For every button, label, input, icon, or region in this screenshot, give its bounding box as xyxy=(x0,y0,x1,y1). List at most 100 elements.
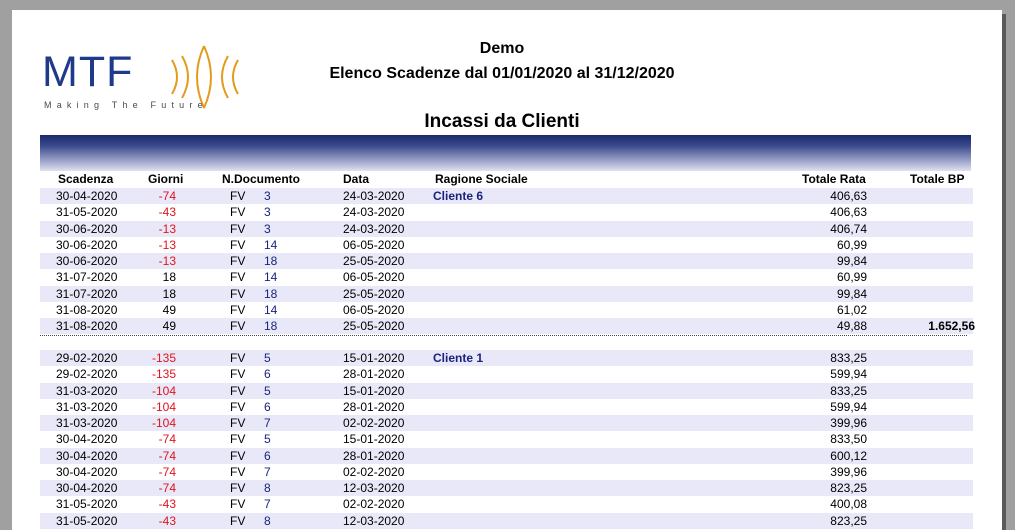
cell-numero-documento: 3 xyxy=(264,189,271,203)
col-header-ragione: Ragione Sociale xyxy=(435,172,528,186)
cell-totale-rata: 99,84 xyxy=(836,286,867,301)
cell-data: 24-03-2020 xyxy=(343,221,405,236)
cell-tipo-documento: FV xyxy=(230,481,246,495)
cell-numero-documento: 18 xyxy=(264,319,278,333)
cell-totale-rata: 599,94 xyxy=(830,399,867,414)
cell-giorni: 49 xyxy=(162,319,176,333)
cell-giorni: -74 xyxy=(158,481,176,495)
cell-giorni: -13 xyxy=(158,221,176,236)
cell-giorni: -104 xyxy=(151,416,176,430)
cell-tipo-documento: FV xyxy=(230,254,246,268)
cell-data: 24-03-2020 xyxy=(343,205,405,220)
cell-data: 06-05-2020 xyxy=(343,270,405,285)
cell-scadenza: 30-04-2020 xyxy=(56,464,118,479)
cell-tipo-documento: FV xyxy=(230,319,246,333)
cell-totale-rata: 406,63 xyxy=(830,189,867,203)
table-row: 30-06-2020 -13 FV 3 24-03-2020 406,74 xyxy=(40,220,973,237)
cell-totale-rata: 833,50 xyxy=(830,432,867,447)
table-row: 30-04-2020 -74 FV 6 28-01-2020 600,12 xyxy=(40,447,973,464)
cell-scadenza: 31-05-2020 xyxy=(56,513,118,528)
cell-numero-documento: 5 xyxy=(264,383,271,398)
cell-giorni: -104 xyxy=(151,383,176,398)
table-row: 31-08-2020 49 FV 18 25-05-2020 49,88 1.652,56 xyxy=(40,318,975,334)
cell-giorni: -104 xyxy=(151,399,176,414)
cell-data: 15-01-2020 xyxy=(343,432,405,447)
table-row: 31-05-2020 -43 FV 7 02-02-2020 400,08 xyxy=(40,496,973,512)
cell-data: 06-05-2020 xyxy=(343,302,405,317)
table-row: 29-02-2020 -135 FV 6 28-01-2020 599,94 xyxy=(40,366,973,382)
cell-scadenza: 30-04-2020 xyxy=(56,189,118,203)
cell-scadenza: 30-06-2020 xyxy=(56,221,118,236)
cell-data: 06-05-2020 xyxy=(343,237,405,252)
cell-giorni: 18 xyxy=(162,270,176,285)
cell-giorni: -43 xyxy=(158,205,176,220)
cell-tipo-documento: FV xyxy=(230,189,246,203)
table-row: 30-04-2020 -74 FV 5 15-01-2020 833,50 xyxy=(40,431,973,447)
cell-tipo-documento: FV xyxy=(230,237,246,252)
cell-tipo-documento: FV xyxy=(230,448,246,463)
cell-totale-rata: 60,99 xyxy=(836,270,867,285)
cell-data: 15-01-2020 xyxy=(343,383,405,398)
cell-totale-rata: 399,96 xyxy=(830,416,867,430)
table-row: 30-04-2020 -74 FV 3 24-03-2020 Cliente 6 406,6… xyxy=(40,188,973,204)
cell-numero-documento: 7 xyxy=(264,497,271,512)
cell-totale-rata: 406,63 xyxy=(830,205,867,220)
cell-totale-bp: 1.652,56 xyxy=(928,319,975,333)
cell-data: 15-01-2020 xyxy=(343,351,405,365)
cell-tipo-documento: FV xyxy=(230,464,246,479)
cell-tipo-documento: FV xyxy=(230,351,246,365)
cell-tipo-documento: FV xyxy=(230,383,246,398)
header-band xyxy=(40,135,971,171)
cell-data: 25-05-2020 xyxy=(343,319,405,333)
cell-numero-documento: 3 xyxy=(264,205,271,220)
cell-numero-documento: 14 xyxy=(264,270,278,285)
cell-scadenza: 31-03-2020 xyxy=(56,416,118,430)
table-row: 31-08-2020 49 FV 14 06-05-2020 61,02 xyxy=(40,302,973,318)
table-row: 29-02-2020 -135 FV 5 15-01-2020 Cliente 1 833,… xyxy=(40,350,973,366)
cell-tipo-documento: FV xyxy=(230,416,246,430)
cell-data: 28-01-2020 xyxy=(343,399,405,414)
window-edge xyxy=(1007,0,1015,519)
cell-totale-rata: 61,02 xyxy=(836,302,867,317)
table-row: 31-03-2020 -104 FV 6 28-01-2020 599,94 xyxy=(40,399,973,415)
cell-tipo-documento: FV xyxy=(230,513,246,528)
cell-numero-documento: 8 xyxy=(264,513,271,528)
cell-tipo-documento: FV xyxy=(230,205,246,220)
report-title: Elenco Scadenze dal 01/01/2020 al 31/12/… xyxy=(329,65,675,82)
cell-numero-documento: 5 xyxy=(264,432,271,447)
cell-scadenza: 31-03-2020 xyxy=(56,383,118,398)
cell-numero-documento: 7 xyxy=(264,464,271,479)
cell-data: 24-03-2020 xyxy=(343,189,405,203)
cell-ragione-sociale: Cliente 6 xyxy=(433,189,484,203)
cell-numero-documento: 6 xyxy=(264,367,271,382)
cell-data: 12-03-2020 xyxy=(343,481,405,495)
cell-scadenza: 31-05-2020 xyxy=(56,497,118,512)
cell-totale-rata: 823,25 xyxy=(830,481,867,495)
cell-scadenza: 31-03-2020 xyxy=(56,399,118,414)
col-header-giorni: Giorni xyxy=(148,172,184,186)
cell-totale-rata: 823,25 xyxy=(830,513,867,528)
cell-numero-documento: 8 xyxy=(264,481,271,495)
cell-numero-documento: 6 xyxy=(264,399,271,414)
cell-tipo-documento: FV xyxy=(230,286,246,301)
cell-giorni: -135 xyxy=(151,367,176,382)
cell-giorni: 49 xyxy=(162,302,176,317)
cell-giorni: 18 xyxy=(162,286,176,301)
cell-scadenza: 31-07-2020 xyxy=(56,286,118,301)
cell-giorni: -74 xyxy=(158,464,176,479)
cell-data: 25-05-2020 xyxy=(343,254,405,268)
cell-scadenza: 30-04-2020 xyxy=(56,432,118,447)
cell-giorni: -74 xyxy=(158,448,176,463)
cell-giorni: -74 xyxy=(158,432,176,447)
cell-scadenza: 29-02-2020 xyxy=(56,351,118,365)
cell-data: 02-02-2020 xyxy=(343,416,405,430)
cell-scadenza: 29-02-2020 xyxy=(56,367,118,382)
cell-totale-rata: 600,12 xyxy=(830,448,867,463)
cell-tipo-documento: FV xyxy=(230,497,246,512)
cell-numero-documento: 18 xyxy=(264,286,278,301)
cell-totale-rata: 49,88 xyxy=(836,319,867,333)
cell-totale-rata: 406,74 xyxy=(830,221,867,236)
cell-data: 02-02-2020 xyxy=(343,497,405,512)
col-header-documento: N.Documento xyxy=(222,172,300,186)
cell-tipo-documento: FV xyxy=(230,302,246,317)
